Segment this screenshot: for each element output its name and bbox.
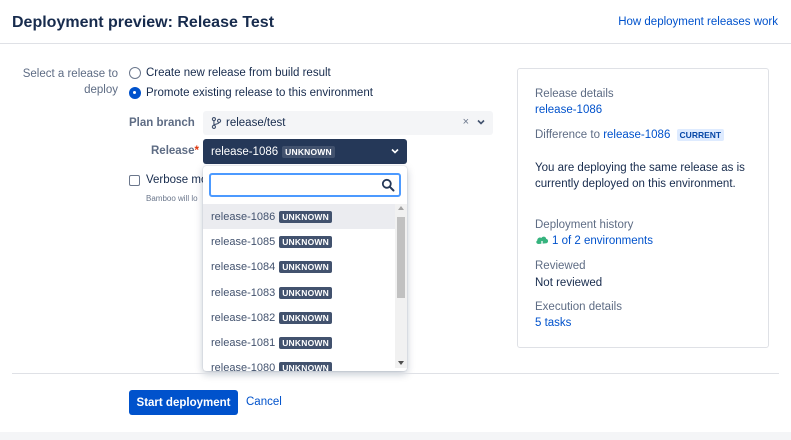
radio-button-checked[interactable] (129, 87, 141, 99)
release-select-value: release-1086 (211, 145, 279, 158)
radio-button[interactable] (129, 67, 141, 79)
status-badge: UNKNOWN (279, 362, 332, 371)
scrollbar-thumb[interactable] (397, 217, 405, 298)
deployment-history-link[interactable]: 1 of 2 environments (552, 235, 653, 247)
option-label: release-1085 (211, 235, 276, 248)
status-badge: UNKNOWN (282, 145, 335, 158)
release-search-input[interactable] (209, 173, 401, 197)
search-icon (381, 178, 395, 192)
release-options-list: release-1086 UNKNOWN release-1085 UNKNOW… (203, 204, 395, 371)
scroll-down-icon[interactable] (398, 361, 404, 365)
difference-prefix: Difference to (535, 129, 600, 141)
chevron-down-icon[interactable] (477, 118, 485, 126)
page-header: Deployment preview: Release Test How dep… (0, 0, 791, 44)
cancel-link[interactable]: Cancel (246, 396, 282, 408)
chevron-down-icon[interactable] (391, 147, 399, 155)
page-title: Deployment preview: Release Test (12, 14, 275, 31)
release-option[interactable]: release-1082 UNKNOWN (203, 305, 395, 330)
release-option[interactable]: release-1083 UNKNOWN (203, 280, 395, 305)
select-release-label: Select a release to deploy (22, 68, 118, 96)
option-label: release-1081 (211, 337, 276, 350)
footer-divider (12, 373, 779, 374)
status-badge: UNKNOWN (279, 261, 332, 274)
execution-details-link[interactable]: 5 tasks (535, 317, 571, 329)
option-label: release-1080 (211, 362, 276, 371)
plan-branch-value: release/test (226, 117, 286, 129)
bottom-strip (0, 432, 791, 440)
status-badge: UNKNOWN (279, 311, 332, 324)
plan-branch-select[interactable]: release/test × (203, 111, 493, 135)
current-badge: CURRENT (676, 129, 725, 141)
release-label: Release* (151, 145, 199, 157)
status-badge: UNKNOWN (279, 286, 332, 299)
option-label: release-1083 (211, 286, 276, 299)
plan-branch-label: Plan branch (129, 117, 195, 129)
dropdown-scrollbar[interactable] (395, 204, 407, 368)
verbose-label: Verbose mo (146, 174, 208, 186)
verbose-checkbox-row[interactable]: Verbose mo (129, 174, 207, 186)
clear-icon[interactable]: × (463, 116, 469, 128)
deployment-history-row[interactable]: 1 of 2 environments (535, 235, 653, 247)
scroll-up-icon[interactable] (398, 206, 404, 210)
release-dropdown: release-1086 UNKNOWN release-1085 UNKNOW… (203, 166, 407, 371)
branch-icon (211, 117, 222, 129)
radio-create-new-release[interactable]: Create new release from build result (129, 67, 331, 79)
release-option[interactable]: release-1080 UNKNOWN (203, 356, 395, 371)
option-label: release-1084 (211, 261, 276, 274)
status-badge: UNKNOWN (279, 337, 332, 350)
verbose-checkbox[interactable] (129, 174, 140, 186)
same-release-note: You are deploying the same release as is… (535, 162, 745, 190)
release-option[interactable]: release-1081 UNKNOWN (203, 330, 395, 355)
required-marker: * (194, 145, 199, 157)
verbose-help-text: Bamboo will lo (146, 194, 198, 203)
execution-details-label: Execution details (535, 301, 622, 313)
reviewed-label: Reviewed (535, 260, 586, 272)
radio-label: Create new release from build result (146, 67, 331, 79)
status-badge: UNKNOWN (279, 210, 332, 223)
release-option[interactable]: release-1086 UNKNOWN (203, 204, 395, 230)
release-details-link[interactable]: release-1086 (535, 104, 602, 116)
status-badge: UNKNOWN (279, 235, 332, 248)
option-label: release-1086 (211, 210, 276, 223)
radio-promote-existing-release[interactable]: Promote existing release to this environ… (129, 87, 373, 99)
help-link[interactable]: How deployment releases work (618, 16, 778, 28)
reviewed-value: Not reviewed (535, 277, 603, 289)
release-details-label: Release details (535, 88, 614, 100)
start-deployment-button[interactable]: Start deployment (129, 390, 238, 415)
deployment-history-label: Deployment history (535, 219, 634, 231)
cloud-deploy-icon (536, 236, 549, 247)
release-details-panel: Release details release-1086 Difference … (517, 68, 769, 348)
difference-row: Difference to release-1086 CURRENT (535, 127, 757, 143)
radio-label: Promote existing release to this environ… (146, 87, 373, 99)
release-option[interactable]: release-1084 UNKNOWN (203, 255, 395, 280)
difference-link[interactable]: release-1086 (603, 129, 670, 141)
release-select[interactable]: release-1086 UNKNOWN (203, 139, 407, 164)
option-label: release-1082 (211, 311, 276, 324)
release-option[interactable]: release-1085 UNKNOWN (203, 229, 395, 254)
